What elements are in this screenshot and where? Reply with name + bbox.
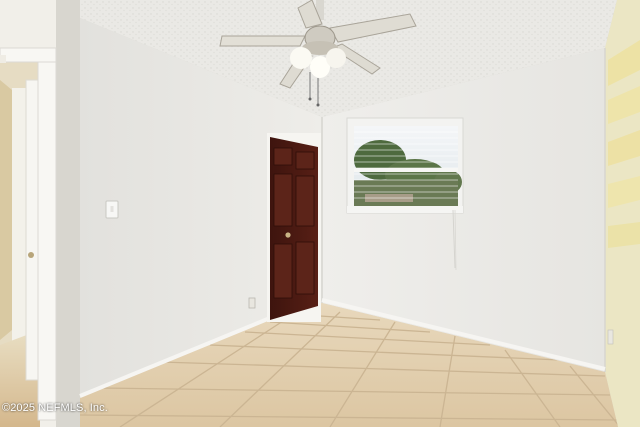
room-photo: ©2025 NEFMLS, Inc. xyxy=(0,0,640,427)
door-casing xyxy=(37,59,57,421)
wall-outlet xyxy=(248,297,256,309)
closet-door-knob xyxy=(285,232,291,238)
watermark: ©2025 NEFMLS, Inc. xyxy=(2,402,108,414)
hallway-door-knob xyxy=(28,252,34,258)
room-illustration xyxy=(0,0,640,427)
closet-door xyxy=(267,133,321,322)
